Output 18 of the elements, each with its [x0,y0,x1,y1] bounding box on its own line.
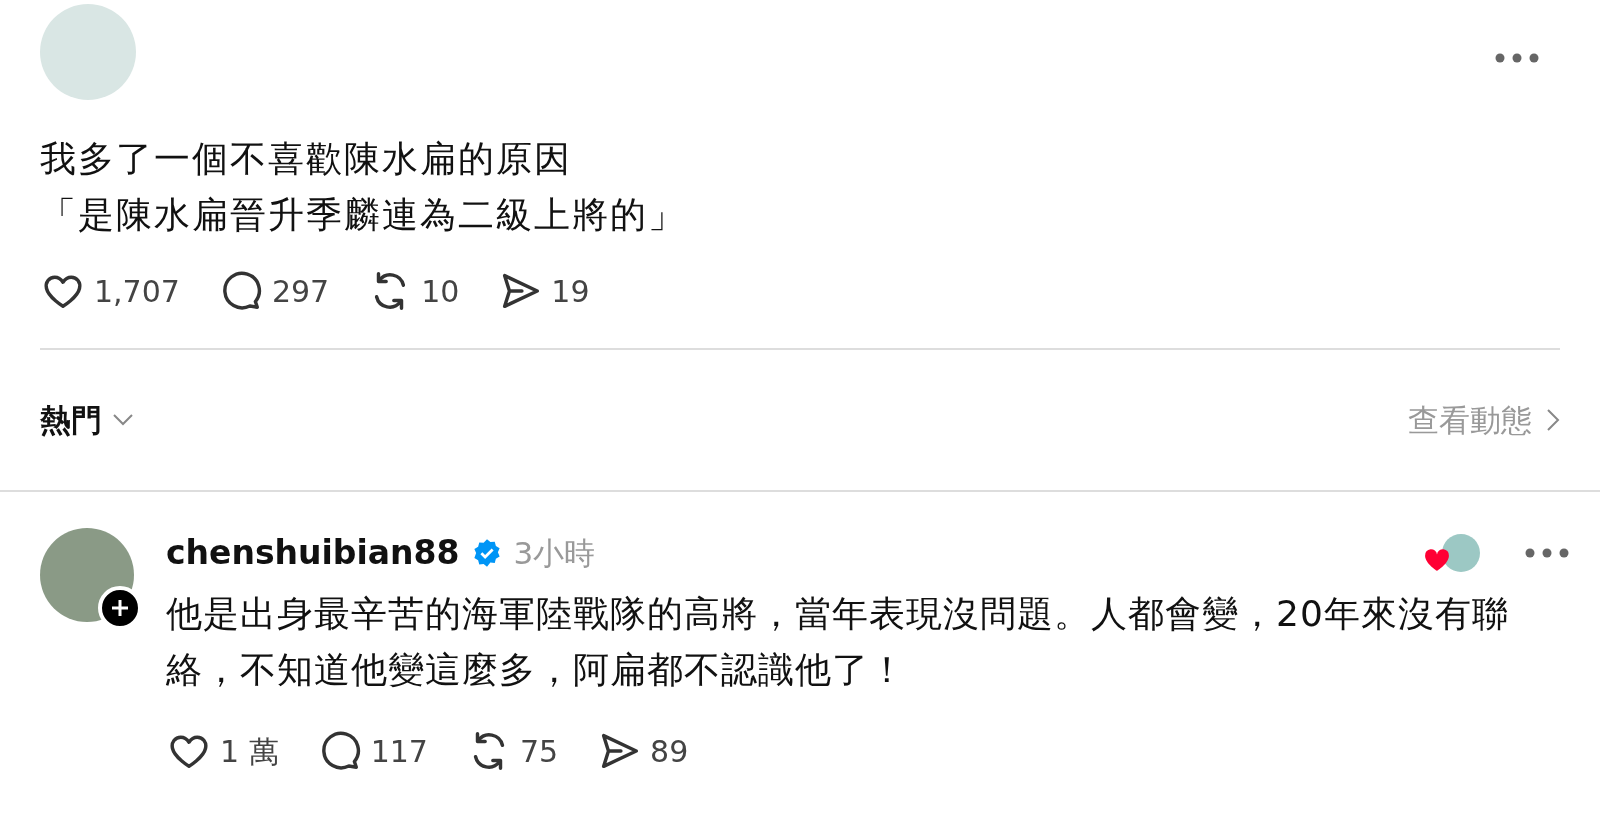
count-text: 75 [519,732,559,771]
username[interactable]: chenshuibian88 [166,528,460,578]
chevron-right-icon [1546,408,1560,432]
sort-dropdown[interactable]: 熱門 [40,396,134,444]
timestamp: 3小時 [513,533,596,573]
count-text: 117 [370,732,428,771]
count-text: 10 [421,272,460,311]
chevron-down-icon [112,413,134,427]
more-icon[interactable] [1494,52,1540,64]
count-text: 297 [271,272,330,311]
reply-text: 他是出身最辛苦的海軍陸戰隊的高將，當年表現沒問題。人都會變，20年來沒有聯絡，不知道他變這麼多，阿扁都不認識他了！ [166,592,1510,692]
post-text: 我多了一個不喜歡陳水扁的原因 [40,137,573,181]
more-icon[interactable] [1524,547,1570,559]
count-text: 19 [551,272,590,311]
count-text: 1 萬 [220,732,279,771]
count-text: 1,707 [94,272,180,311]
post-text: 「是陳水扁晉升季麟連為二級上將的」 [40,193,687,237]
count-text: 89 [650,732,689,771]
